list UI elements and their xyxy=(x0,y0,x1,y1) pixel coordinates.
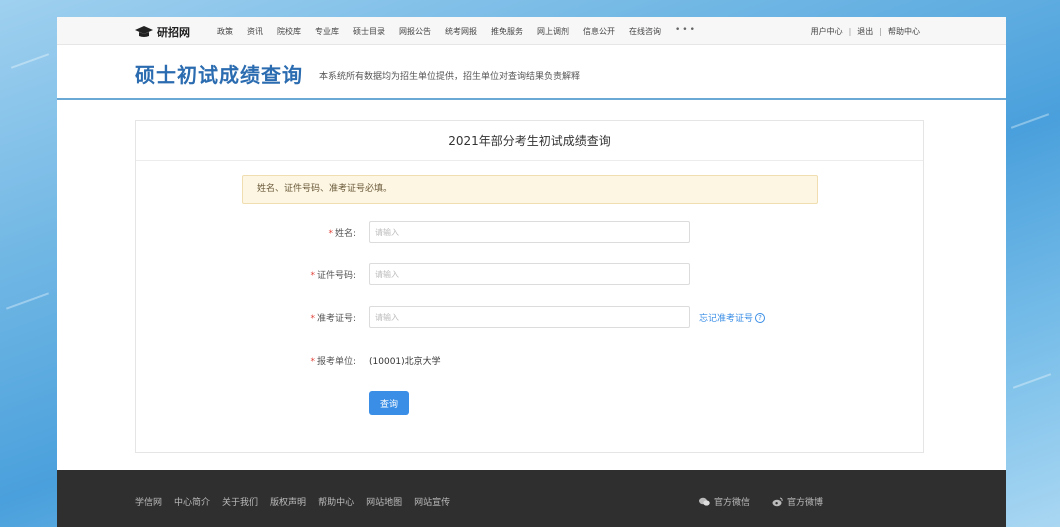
unit-label: * 报考单位: xyxy=(310,354,356,367)
page-subtitle: 本系统所有数据均为招生单位提供，招生单位对查询结果负责解释 xyxy=(319,72,581,82)
wechat-link[interactable]: 官方微信 xyxy=(699,495,750,508)
user-links: 用户中心 | 退出 | 帮助中心 xyxy=(811,26,920,37)
background-streak xyxy=(1010,113,1050,129)
nav-menu: 政策 资讯 院校库 专业库 硕士目录 网报公告 统考网报 推免服务 网上调剂 信… xyxy=(217,25,697,37)
user-center-link[interactable]: 用户中心 xyxy=(811,26,843,37)
top-navigation: 研招网 政策 资讯 院校库 专业库 硕士目录 网报公告 统考网报 推免服务 网上… xyxy=(57,17,1006,45)
exam-number-input[interactable] xyxy=(369,306,690,328)
nav-item-transfer[interactable]: 网上调剂 xyxy=(537,26,569,37)
browser-page: 研招网 政策 资讯 院校库 专业库 硕士目录 网报公告 统考网报 推免服务 网上… xyxy=(57,17,1006,527)
form-row-unit: * 报考单位: (10001)北京大学 xyxy=(136,349,925,371)
form-row-id-number: * 证件号码: xyxy=(136,263,925,285)
unit-value: (10001)北京大学 xyxy=(369,357,441,367)
form-row-name: * 姓名: xyxy=(136,221,925,243)
footer-link-sitemap[interactable]: 网站地图 xyxy=(366,495,402,508)
nav-item-policy[interactable]: 政策 xyxy=(217,26,233,37)
id-number-label-text: 证件号码: xyxy=(316,271,356,281)
page-footer: 学信网 中心简介 关于我们 版权声明 帮助中心 网站地图 网站宣传 官方微信 官… xyxy=(57,470,1006,527)
unit-label-text: 报考单位: xyxy=(316,357,356,367)
nav-item-registration-notice[interactable]: 网报公告 xyxy=(399,26,431,37)
weibo-icon xyxy=(772,497,783,506)
weibo-label: 官方微博 xyxy=(787,498,824,508)
background-streak xyxy=(6,292,49,310)
footer-link-copyright[interactable]: 版权声明 xyxy=(270,495,306,508)
graduation-cap-icon xyxy=(135,26,153,37)
background-streak xyxy=(10,53,50,69)
nav-item-info-disclosure[interactable]: 信息公开 xyxy=(583,26,615,37)
footer-links: 学信网 中心简介 关于我们 版权声明 帮助中心 网站地图 网站宣传 xyxy=(135,495,462,508)
required-asterisk: * xyxy=(310,271,315,281)
logout-link[interactable]: 退出 xyxy=(857,26,873,37)
query-button[interactable]: 查询 xyxy=(369,391,409,415)
nav-item-news[interactable]: 资讯 xyxy=(247,26,263,37)
name-label-text: 姓名: xyxy=(334,229,356,239)
help-center-link[interactable]: 帮助中心 xyxy=(888,26,920,37)
page-title: 硕士初试成绩查询 xyxy=(135,63,303,87)
form-row-exam-number: *准考证号: 忘记准考证号 ? xyxy=(136,306,925,328)
card-title: 2021年部分考生初试成绩查询 xyxy=(136,121,923,161)
footer-link-about-us[interactable]: 关于我们 xyxy=(222,495,258,508)
footer-social: 官方微信 官方微博 xyxy=(699,495,823,508)
id-number-label: * 证件号码: xyxy=(310,268,356,281)
forgot-link-text: 忘记准考证号 xyxy=(699,314,754,324)
more-menu-icon[interactable]: ••• xyxy=(675,25,697,36)
forgot-exam-number-link[interactable]: 忘记准考证号 ? xyxy=(699,311,766,324)
footer-link-promo[interactable]: 网站宣传 xyxy=(414,495,450,508)
required-asterisk: * xyxy=(328,229,333,239)
nav-item-schools[interactable]: 院校库 xyxy=(277,26,301,37)
help-circle-icon: ? xyxy=(755,312,766,323)
exam-number-label-text: 准考证号: xyxy=(316,314,356,324)
required-fields-alert: 姓名、证件号码、准考证号必填。 xyxy=(242,175,818,204)
nav-item-online-consult[interactable]: 在线咨询 xyxy=(629,26,661,37)
site-logo[interactable]: 研招网 xyxy=(135,24,190,40)
footer-link-chsi[interactable]: 学信网 xyxy=(135,495,162,508)
exam-number-label: * 准考证号: xyxy=(310,311,356,324)
page-header: 硕士初试成绩查询 本系统所有数据均为招生单位提供，招生单位对查询结果负责解释 xyxy=(57,45,1006,100)
wechat-icon xyxy=(699,497,710,506)
nav-item-majors[interactable]: 专业库 xyxy=(315,26,339,37)
query-card: 2021年部分考生初试成绩查询 姓名、证件号码、准考证号必填。 *姓名: *证件… xyxy=(135,120,924,453)
id-number-input[interactable] xyxy=(369,263,690,285)
background-streak xyxy=(1012,373,1052,389)
nav-item-recommendation[interactable]: 推免服务 xyxy=(491,26,523,37)
logo-text: 研招网 xyxy=(157,26,190,39)
footer-link-help[interactable]: 帮助中心 xyxy=(318,495,354,508)
nav-item-master-catalog[interactable]: 硕士目录 xyxy=(353,26,385,37)
required-asterisk: * xyxy=(310,357,315,367)
nav-item-unified-registration[interactable]: 统考网报 xyxy=(445,26,477,37)
name-label: * 姓名: xyxy=(328,226,356,239)
separator: | xyxy=(848,27,852,36)
separator: | xyxy=(879,27,882,36)
footer-link-about-center[interactable]: 中心简介 xyxy=(174,495,210,508)
required-asterisk: * xyxy=(310,314,315,324)
wechat-label: 官方微信 xyxy=(714,498,751,508)
weibo-link[interactable]: 官方微博 xyxy=(772,495,823,508)
name-input[interactable] xyxy=(369,221,690,243)
